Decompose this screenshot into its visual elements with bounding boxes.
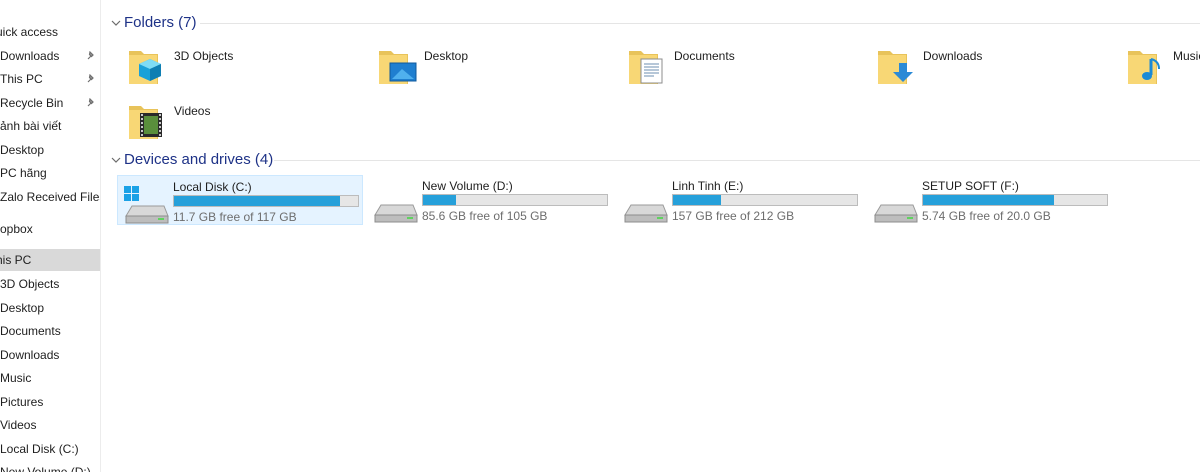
drive-usage-fill <box>423 195 457 205</box>
nav-item-label: Zalo Received Files <box>0 190 100 204</box>
nav-item-label: This PC <box>0 72 43 86</box>
nav-item-recycle-bin-pinned[interactable]: Recycle Bin <box>0 92 100 114</box>
desktop-folder-icon <box>378 45 420 87</box>
nav-item-label: Local Disk (C:) <box>0 442 79 456</box>
section-divider <box>274 160 1200 161</box>
folder-label: Desktop <box>424 49 469 63</box>
nav-item-music[interactable]: Music <box>0 367 100 389</box>
nav-item-downloads-pinned[interactable]: Downloads <box>0 45 100 67</box>
drive-usage-fill <box>923 195 1054 205</box>
navigation-pane: uick access Downloads This PC Recycle Bi… <box>0 0 101 472</box>
drive-label: SETUP SOFT (F:) <box>922 179 1019 193</box>
pin-icon <box>84 45 96 67</box>
nav-item-label: Downloads <box>0 49 60 63</box>
folder-tile[interactable]: Downloads <box>877 45 1117 95</box>
nav-item-desktop[interactable]: Desktop <box>0 297 100 319</box>
nav-item-local-disk-c[interactable]: Local Disk (C:) <box>0 438 100 460</box>
nav-item-zalo-received-files[interactable]: Zalo Received Files <box>0 186 100 208</box>
drive-label: Local Disk (C:) <box>173 180 252 194</box>
3d-objects-icon <box>128 45 170 87</box>
chevron-down-icon[interactable] <box>110 17 122 29</box>
folder-label: Videos <box>174 104 211 118</box>
section-title: Devices and drives (4) <box>124 151 274 168</box>
nav-item-label: uick access <box>0 25 59 39</box>
nav-item-label: Desktop <box>0 143 45 157</box>
drive-usage-bar <box>422 194 608 206</box>
section-title: Folders (7) <box>124 14 197 31</box>
nav-item-quick-access[interactable]: uick access <box>0 21 100 43</box>
nav-item-label: Videos <box>0 418 37 432</box>
drive-tile-f[interactable]: SETUP SOFT (F:) 5.74 GB free of 20.0 GB <box>867 175 1113 225</box>
hard-drive-icon <box>371 185 419 225</box>
nav-item-label: Pictures <box>0 395 44 409</box>
nav-item-desktop-quick[interactable]: Desktop <box>0 139 100 161</box>
nav-item-label: Recycle Bin <box>0 96 64 110</box>
nav-item-label: his PC <box>0 253 32 267</box>
pin-icon <box>84 92 96 114</box>
music-folder-icon <box>1127 45 1169 87</box>
hard-drive-icon <box>621 185 669 225</box>
section-divider <box>200 23 1200 24</box>
drive-usage-fill <box>673 195 721 205</box>
folder-label: Documents <box>674 49 735 63</box>
nav-item-label: New Volume (D:) <box>0 465 91 472</box>
drive-tile-d[interactable]: New Volume (D:) 85.6 GB free of 105 GB <box>367 175 613 225</box>
folder-tile[interactable]: Videos <box>128 100 368 150</box>
nav-item-documents[interactable]: Documents <box>0 320 100 342</box>
windows-drive-icon <box>122 186 170 226</box>
drive-tile-c[interactable]: Local Disk (C:) 11.7 GB free of 117 GB <box>117 175 363 225</box>
videos-folder-icon <box>128 100 170 142</box>
nav-item-label: Documents <box>0 324 61 338</box>
nav-item-new-volume-d[interactable]: New Volume (D:) <box>0 461 100 472</box>
folders-section-header[interactable]: Folders (7) <box>108 14 1200 34</box>
folder-tile[interactable]: 3D Objects <box>128 45 368 95</box>
nav-item-this-pc[interactable]: his PC <box>0 249 100 271</box>
folder-tile[interactable]: Desktop <box>378 45 618 95</box>
nav-item-videos[interactable]: Videos <box>0 414 100 436</box>
nav-item-label: 3D Objects <box>0 277 60 291</box>
hard-drive-icon <box>871 185 919 225</box>
pin-icon <box>84 68 96 90</box>
drive-free-space: 157 GB free of 212 GB <box>672 209 795 223</box>
nav-item-label: Music <box>0 371 32 385</box>
nav-item-label: ropbox <box>0 222 33 236</box>
folder-label: Music <box>1173 49 1200 63</box>
nav-item-dropbox[interactable]: ropbox <box>0 218 100 240</box>
nav-item-pictures[interactable]: Pictures <box>0 391 100 413</box>
drive-free-space: 5.74 GB free of 20.0 GB <box>922 209 1051 223</box>
nav-item-3d-objects[interactable]: 3D Objects <box>0 273 100 295</box>
nav-item-downloads[interactable]: Downloads <box>0 344 100 366</box>
drive-label: Linh Tinh (E:) <box>672 179 744 193</box>
drive-usage-bar <box>922 194 1108 206</box>
drive-usage-bar <box>173 195 359 207</box>
drive-free-space: 11.7 GB free of 117 GB <box>173 210 297 224</box>
drive-usage-fill <box>174 196 340 206</box>
folder-label: Downloads <box>923 49 983 63</box>
folder-tile[interactable]: Music <box>1127 45 1200 95</box>
drive-tile-e[interactable]: Linh Tinh (E:) 157 GB free of 212 GB <box>617 175 863 225</box>
nav-item-label: ảnh bài viết <box>0 119 62 133</box>
nav-item-label: PC hãng <box>0 166 47 180</box>
nav-item-anh-bai-viet[interactable]: ảnh bài viết <box>0 115 100 137</box>
drive-usage-bar <box>672 194 858 206</box>
downloads-folder-icon <box>877 45 919 87</box>
documents-folder-icon <box>628 45 670 87</box>
nav-item-this-pc-pinned[interactable]: This PC <box>0 68 100 90</box>
folder-label: 3D Objects <box>174 49 234 63</box>
chevron-down-icon[interactable] <box>110 154 122 166</box>
nav-item-pc-hang[interactable]: PC hãng <box>0 162 100 184</box>
nav-item-label: Desktop <box>0 301 45 315</box>
folder-tile[interactable]: Documents <box>628 45 868 95</box>
drives-section-header[interactable]: Devices and drives (4) <box>108 151 1200 171</box>
drive-label: New Volume (D:) <box>422 179 513 193</box>
nav-item-label: Downloads <box>0 348 60 362</box>
drive-free-space: 85.6 GB free of 105 GB <box>422 209 548 223</box>
